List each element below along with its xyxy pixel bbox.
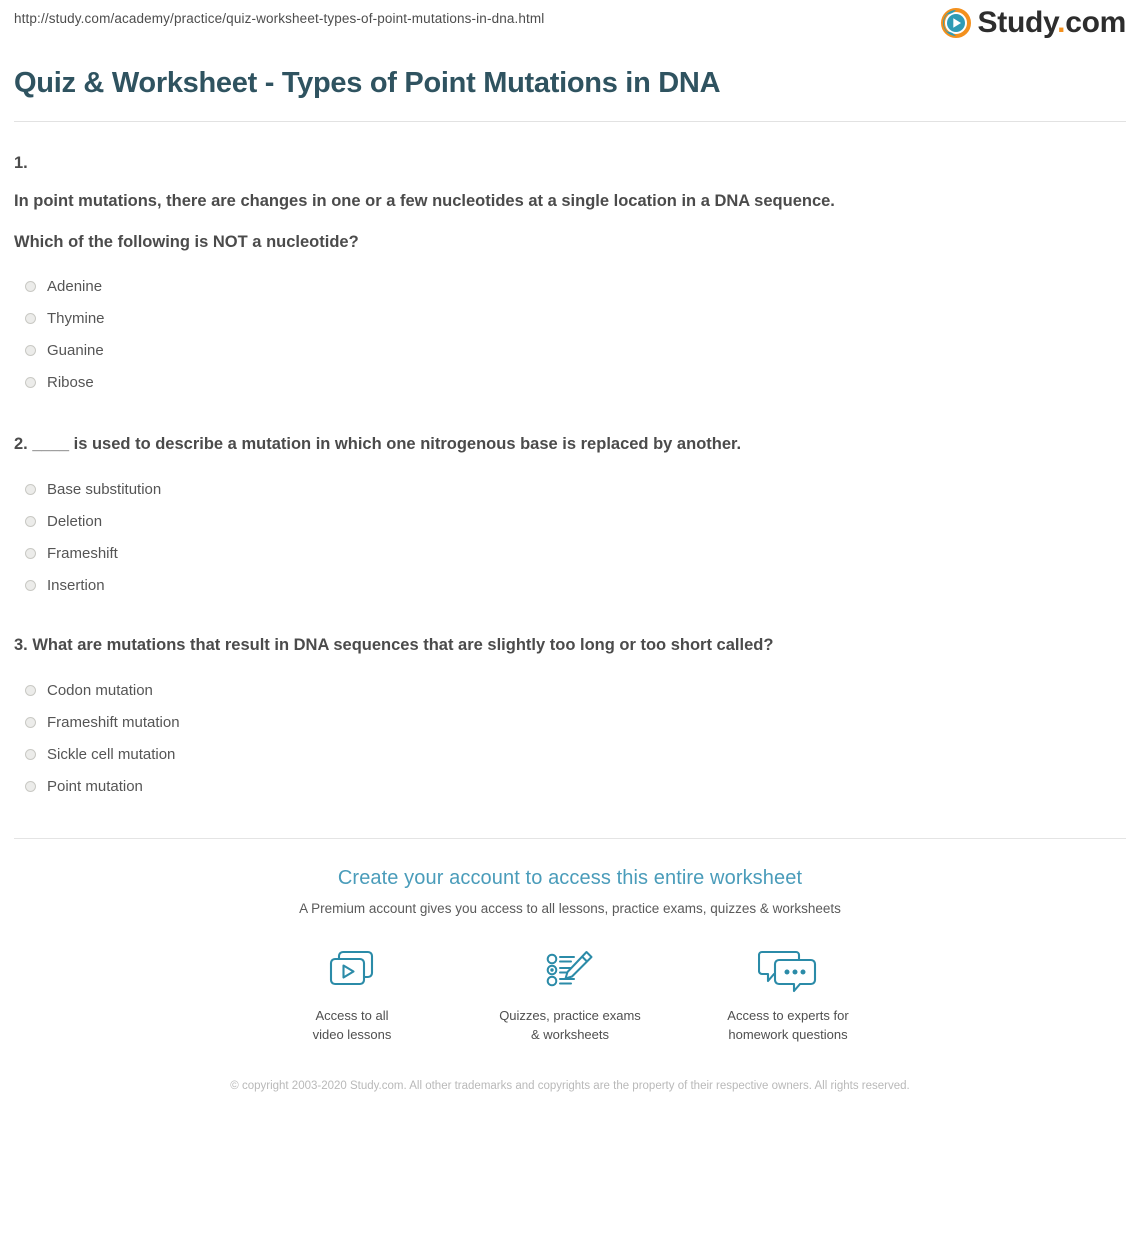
- option-row[interactable]: Base substitution: [14, 474, 1126, 506]
- option-row[interactable]: Point mutation: [14, 771, 1126, 803]
- option-label: Deletion: [47, 512, 103, 530]
- radio-button-icon[interactable]: [25, 345, 36, 357]
- option-label: Base substitution: [47, 480, 162, 498]
- radio-button-icon[interactable]: [25, 484, 36, 496]
- question-2: 2. ____ is used to describe a mutation i…: [14, 433, 1126, 602]
- question-2-prompt: 2. ____ is used to describe a mutation i…: [14, 434, 742, 453]
- brand-name-part1: Study: [977, 6, 1058, 39]
- radio-button-icon[interactable]: [25, 548, 36, 560]
- question-3-options: Codon mutation Frameshift mutation Sickl…: [14, 675, 1126, 803]
- option-label: Frameshift mutation: [47, 713, 180, 731]
- option-row[interactable]: Deletion: [14, 506, 1126, 538]
- perk-experts: Access to experts for homework questions: [679, 944, 897, 1045]
- question-1-options: Adenine Thymine Guanine Ribose: [14, 271, 1126, 399]
- question-spacer: [14, 614, 1126, 634]
- option-row[interactable]: Codon mutation: [14, 675, 1126, 707]
- question-1-prompt: Which of the following is NOT a nucleoti…: [14, 233, 359, 252]
- option-row[interactable]: Sickle cell mutation: [14, 739, 1126, 771]
- question-3-prompt: 3. What are mutations that result in DNA…: [14, 635, 774, 654]
- premium-perks-list: Access to all video lessons Quizzes, pra…: [0, 944, 1140, 1045]
- radio-button-icon[interactable]: [25, 281, 36, 293]
- option-label: Thymine: [47, 309, 105, 327]
- copyright-text: © copyright 2003-2020 Study.com. All oth…: [230, 1079, 910, 1092]
- radio-button-icon[interactable]: [25, 580, 36, 592]
- question-1-stem: In point mutations, there are changes in…: [14, 192, 835, 211]
- option-row[interactable]: Guanine: [14, 335, 1126, 367]
- option-label: Guanine: [47, 341, 104, 359]
- option-label: Adenine: [47, 277, 103, 295]
- page-header-bar: http://study.com/academy/practice/quiz-w…: [0, 0, 1140, 58]
- option-row[interactable]: Adenine: [14, 271, 1126, 303]
- radio-button-icon[interactable]: [25, 516, 36, 528]
- radio-button-icon[interactable]: [25, 717, 36, 729]
- question-1-number: 1.: [14, 154, 28, 173]
- questions-list: 1. In point mutations, there are changes…: [14, 122, 1126, 803]
- option-label: Frameshift: [47, 544, 118, 562]
- question-1: 1. In point mutations, there are changes…: [14, 152, 1126, 399]
- brand-wordmark: Study.com: [977, 6, 1127, 39]
- question-2-options: Base substitution Deletion Frameshift In…: [14, 474, 1126, 602]
- radio-button-icon[interactable]: [25, 377, 36, 389]
- question-spacer: [14, 411, 1126, 433]
- quiz-checklist-pencil-icon: [543, 944, 597, 996]
- option-row[interactable]: Insertion: [14, 570, 1126, 602]
- brand-name-part2: com: [1065, 6, 1126, 39]
- cta-heading[interactable]: Create your account to access this entir…: [0, 865, 1140, 891]
- radio-button-icon[interactable]: [25, 749, 36, 761]
- option-row[interactable]: Frameshift mutation: [14, 707, 1126, 739]
- option-label: Point mutation: [47, 777, 143, 795]
- option-row[interactable]: Thymine: [14, 303, 1126, 335]
- option-label: Insertion: [47, 576, 105, 594]
- perk-quizzes: Quizzes, practice exams & worksheets: [461, 944, 679, 1045]
- radio-button-icon[interactable]: [25, 313, 36, 325]
- perk-video-lessons: Access to all video lessons: [243, 944, 461, 1045]
- radio-button-icon[interactable]: [25, 685, 36, 697]
- option-row[interactable]: Frameshift: [14, 538, 1126, 570]
- chat-bubbles-icon: [758, 944, 818, 996]
- study-com-logo[interactable]: Study.com: [940, 6, 1127, 39]
- create-account-cta: Create your account to access this entir…: [0, 839, 1140, 1095]
- radio-button-icon[interactable]: [25, 781, 36, 793]
- video-lessons-icon: [325, 944, 379, 996]
- perk-label: Access to all video lessons: [312, 1008, 392, 1042]
- play-circle-logo-icon: [940, 8, 971, 38]
- worksheet-page: http://study.com/academy/practice/quiz-w…: [0, 0, 1140, 1233]
- brand-name-dot: .: [1057, 6, 1066, 39]
- option-row[interactable]: Ribose: [14, 367, 1126, 399]
- perk-label: Access to experts for homework questions: [727, 1008, 849, 1042]
- option-label: Ribose: [47, 373, 94, 391]
- url-text: http://study.com/academy/practice/quiz-w…: [14, 11, 545, 26]
- page-title: Quiz & Worksheet - Types of Point Mutati…: [14, 67, 721, 99]
- question-3: 3. What are mutations that result in DNA…: [14, 634, 1126, 803]
- option-label: Sickle cell mutation: [47, 745, 176, 763]
- perk-label: Quizzes, practice exams & worksheets: [499, 1008, 641, 1042]
- option-label: Codon mutation: [47, 681, 153, 699]
- cta-subheading: A Premium account gives you access to al…: [299, 900, 841, 916]
